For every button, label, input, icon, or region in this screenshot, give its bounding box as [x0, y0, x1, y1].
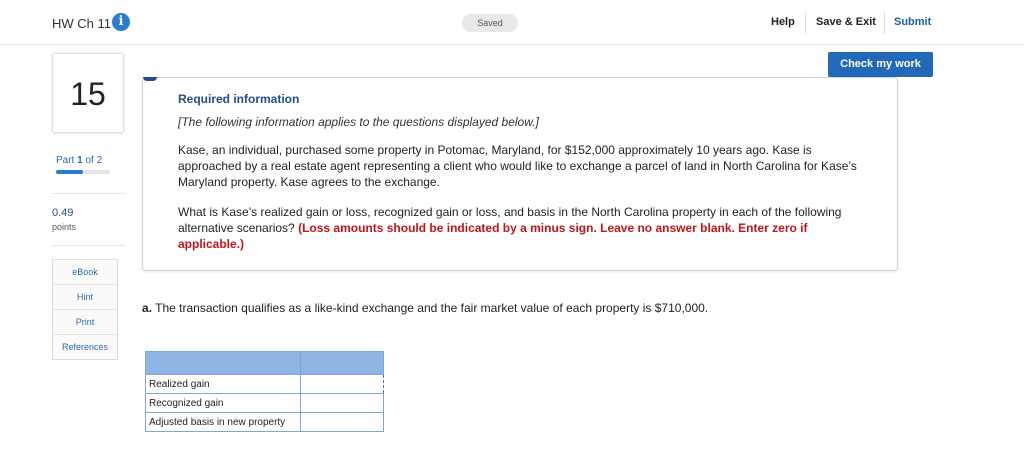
- top-bar: HW Ch 11 i Saved Help Save & Exit Submit: [0, 0, 1024, 45]
- save-exit-link[interactable]: Save & Exit: [816, 16, 876, 28]
- assignment-title: HW Ch 11: [52, 16, 111, 31]
- hint-link[interactable]: Hint: [53, 285, 117, 310]
- row-label-recognized-gain: Recognized gain: [145, 393, 301, 413]
- points-label: points: [52, 222, 77, 232]
- table-row: Adjusted basis in new property: [145, 412, 384, 432]
- part-progress-fill: [56, 170, 83, 174]
- table-header-row: [145, 351, 384, 375]
- scenario-paragraph: Kase, an individual, purchased some prop…: [178, 143, 857, 189]
- divider: [805, 12, 806, 34]
- part-current: 1: [77, 155, 83, 166]
- answer-table: Realized gain Recognized gain Adjusted b…: [145, 351, 384, 432]
- print-link[interactable]: Print: [53, 310, 117, 335]
- ebook-link[interactable]: eBook: [53, 260, 117, 285]
- points-value: 0.49: [52, 207, 74, 219]
- submit-link[interactable]: Submit: [894, 16, 931, 28]
- divider: [52, 245, 126, 246]
- info-icon[interactable]: i: [112, 13, 130, 31]
- question-number-box: 15: [52, 53, 124, 133]
- sub-question-label: a.: [142, 301, 153, 315]
- check-my-work-button[interactable]: Check my work: [828, 52, 933, 77]
- row-label-adjusted-basis: Adjusted basis in new property: [145, 412, 301, 432]
- card-collapse-toggle[interactable]: [143, 77, 157, 81]
- table-row: Realized gain: [145, 374, 384, 394]
- required-info-subtitle: [The following information applies to th…: [178, 115, 539, 129]
- sub-question: a. The transaction qualifies as a like-k…: [142, 301, 708, 315]
- table-row: Recognized gain: [145, 393, 384, 413]
- table-header-cell: [145, 351, 301, 375]
- required-info-title: Required information: [178, 92, 300, 106]
- question-paragraph: What is Kase’s realized gain or loss, re…: [178, 204, 868, 252]
- question-number: 15: [70, 76, 106, 112]
- part-indicator: Part 1 of 2: [56, 155, 102, 166]
- sub-question-text: The transaction qualifies as a like-kind…: [155, 301, 709, 315]
- references-link[interactable]: References: [53, 335, 117, 359]
- help-link[interactable]: Help: [771, 16, 795, 28]
- table-header-cell: [300, 351, 384, 375]
- row-label-realized-gain: Realized gain: [145, 374, 301, 394]
- divider: [52, 193, 126, 194]
- saved-status-badge: Saved: [462, 14, 518, 32]
- divider: [884, 12, 885, 34]
- realized-gain-input[interactable]: [300, 374, 384, 394]
- part-progress-bar: [56, 170, 110, 174]
- resources-panel: eBook Hint Print References: [52, 259, 118, 360]
- recognized-gain-input[interactable]: [300, 393, 384, 413]
- part-of: of 2: [85, 155, 103, 166]
- part-prefix: Part: [56, 155, 75, 166]
- adjusted-basis-input[interactable]: [300, 412, 384, 432]
